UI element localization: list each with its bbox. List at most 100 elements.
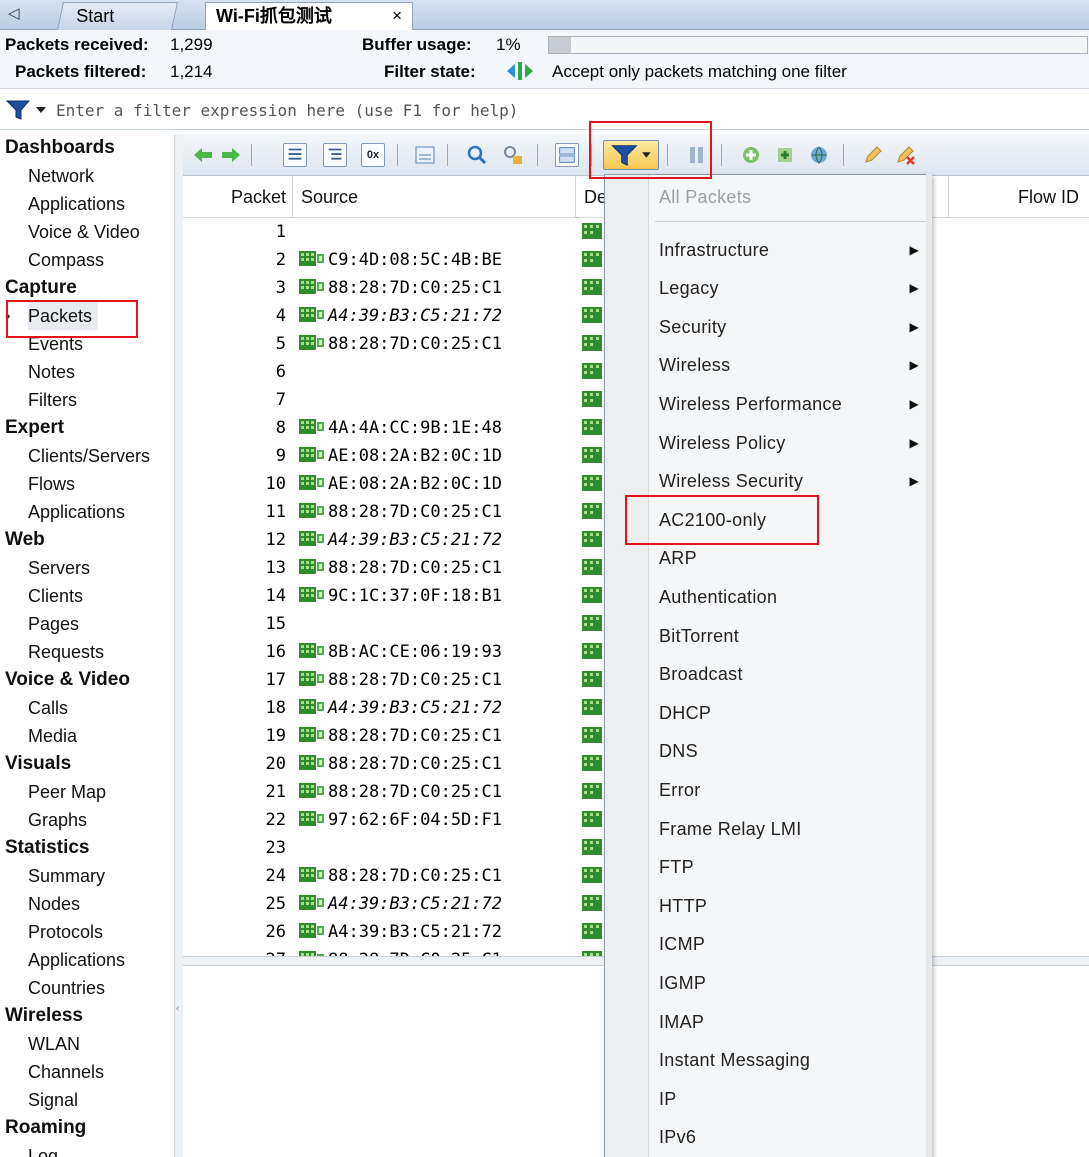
tab-start-page[interactable]: Start Page	[57, 2, 178, 52]
sidebar-item-events[interactable]: Events	[28, 330, 83, 358]
menu-item-label: Wireless Security	[659, 471, 804, 492]
sidebar-item-log[interactable]: Log	[28, 1142, 58, 1157]
sidebar-item-flows[interactable]: Flows	[28, 470, 75, 498]
delete-icon[interactable]	[893, 143, 917, 167]
sidebar-item-filters[interactable]: Filters	[28, 386, 77, 414]
filter-menu-item-http[interactable]: HTTP	[649, 887, 931, 925]
menu-item-label: ICMP	[659, 934, 706, 955]
sidebar-item-notes[interactable]: Notes	[28, 358, 75, 386]
sidebar-section-voice-video[interactable]: Voice & Video	[5, 666, 130, 694]
packet-window-icon[interactable]	[413, 143, 437, 167]
filter-menu-item-wireless[interactable]: Wireless ▶	[649, 346, 931, 384]
filter-menu-item-error[interactable]: Error	[649, 771, 931, 809]
filter-menu-item-arp[interactable]: ARP	[649, 539, 931, 577]
sidebar-item-clients[interactable]: Clients	[28, 582, 83, 610]
filter-menu-item-authentication[interactable]: Authentication	[649, 578, 931, 616]
sidebar-item-clients-servers[interactable]: Clients/Servers	[28, 442, 150, 470]
sidebar-item-wlan[interactable]: WLAN	[28, 1030, 80, 1058]
column-header-packet[interactable]: Packet	[183, 176, 293, 218]
destination-adapter-icon	[582, 923, 602, 939]
find-pattern-icon[interactable]	[501, 143, 525, 167]
sidebar-section-expert[interactable]: Expert	[5, 414, 64, 442]
search-icon[interactable]	[465, 143, 489, 167]
sidebar-item-servers[interactable]: Servers	[28, 554, 90, 582]
sidebar-section-wireless[interactable]: Wireless	[5, 1002, 83, 1030]
sidebar-item-pages[interactable]: Pages	[28, 610, 79, 638]
packet-list-view-icon[interactable]	[283, 143, 307, 167]
filter-menu-item-imap[interactable]: IMAP	[649, 1003, 931, 1041]
sidebar-item-applications[interactable]: Applications	[28, 946, 125, 974]
network-adapter-icon	[299, 671, 324, 686]
destination-adapter-icon	[582, 699, 602, 715]
filter-menu-item-ipv6[interactable]: IPv6	[649, 1118, 931, 1156]
sidebar-section-dashboards[interactable]: Dashboards	[5, 134, 115, 162]
filter-menu-item-bittorrent[interactable]: BitTorrent	[649, 617, 931, 655]
sidebar-item-media[interactable]: Media	[28, 722, 77, 750]
sidebar-item-label: Clients	[28, 586, 84, 606]
globe-icon[interactable]	[807, 143, 831, 167]
column-header-flow-id[interactable]: Flow ID	[949, 176, 1089, 218]
filter-menu-item-wireless-performance[interactable]: Wireless Performance ▶	[649, 385, 931, 423]
sidebar-item-label: Compass	[28, 250, 105, 270]
capture-stats: Packets received: 1,299 Packets filtered…	[0, 30, 1089, 88]
sidebar-item-voice-video[interactable]: Voice & Video	[28, 218, 140, 246]
filter-menu-item-igmp[interactable]: IGMP	[649, 964, 931, 1002]
sidebar-item-applications[interactable]: Applications	[28, 190, 125, 218]
sidebar-item-summary[interactable]: Summary	[28, 862, 105, 890]
column-header-source[interactable]: Source	[293, 176, 576, 218]
sidebar-item-graphs[interactable]: Graphs	[28, 806, 87, 834]
sidebar-item-nodes[interactable]: Nodes	[28, 890, 80, 918]
filter-menu-item-dhcp[interactable]: DHCP	[649, 694, 931, 732]
packet-decode-view-icon[interactable]	[323, 143, 347, 167]
filter-menu-item-wireless-security[interactable]: Wireless Security ▶	[649, 462, 931, 500]
sidebar-section-statistics[interactable]: Statistics	[5, 834, 89, 862]
add-filter-icon[interactable]	[773, 143, 797, 167]
sidebar-item-channels[interactable]: Channels	[28, 1058, 104, 1086]
edit-icon[interactable]	[861, 143, 885, 167]
sidebar-section-web[interactable]: Web	[5, 526, 45, 554]
filter-expression-input[interactable]	[56, 96, 1086, 124]
filter-menu-item-ftp[interactable]: FTP	[649, 848, 931, 886]
source-address: C9:4D:08:5C:4B:BE	[328, 250, 502, 270]
hex-view-icon[interactable]: 0x	[361, 143, 385, 167]
back-arrow-icon[interactable]	[191, 143, 215, 167]
network-adapter-icon	[299, 755, 324, 770]
filter-menu-item-icmp[interactable]: ICMP	[649, 925, 931, 963]
menu-scrollbar[interactable]	[926, 174, 932, 1157]
sidebar-item-label: Countries	[28, 978, 106, 998]
filter-menu-item-legacy[interactable]: Legacy ▶	[649, 269, 931, 307]
filter-dropdown-icon[interactable]	[4, 97, 52, 123]
filter-menu-item-broadcast[interactable]: Broadcast	[649, 655, 931, 693]
sidebar-item-protocols[interactable]: Protocols	[28, 918, 103, 946]
tab-scroll-left-icon[interactable]: ◁	[8, 4, 20, 22]
sidebar-item-requests[interactable]: Requests	[28, 638, 104, 666]
filter-menu-item-wireless-policy[interactable]: Wireless Policy ▶	[649, 424, 931, 462]
sidebar-item-packets[interactable]: ● Packets	[5, 302, 99, 330]
sidebar-section-capture[interactable]: Capture	[5, 274, 77, 302]
sidebar-item-network[interactable]: Network	[28, 162, 94, 190]
network-adapter-icon	[299, 559, 324, 574]
add-node-icon[interactable]	[739, 143, 763, 167]
sidebar-section-roaming[interactable]: Roaming	[5, 1114, 86, 1142]
sidebar-item-applications[interactable]: Applications	[28, 498, 125, 526]
forward-arrow-icon[interactable]	[219, 143, 243, 167]
collapse-sidebar-icon[interactable]: ‹	[176, 1003, 179, 1014]
filter-menu-item-instant-messaging[interactable]: Instant Messaging	[649, 1041, 931, 1079]
filter-menu-item-security[interactable]: Security ▶	[649, 308, 931, 346]
filter-menu-item-ac2100-only[interactable]: AC2100-only	[649, 501, 931, 539]
close-tab-icon[interactable]: ×	[392, 3, 402, 29]
filter-menu-item-infrastructure[interactable]: Infrastructure ▶	[649, 231, 931, 269]
filter-menu-item-dns[interactable]: DNS	[649, 732, 931, 770]
sidebar-item-countries[interactable]: Countries	[28, 974, 105, 1002]
sidebar-item-compass[interactable]: Compass	[28, 246, 104, 274]
sidebar-section-visuals[interactable]: Visuals	[5, 750, 71, 778]
filter-menu-item-ip[interactable]: IP	[649, 1080, 931, 1118]
sidebar-item-signal[interactable]: Signal	[28, 1086, 78, 1114]
tab-wifi-capture[interactable]: Wi-Fi抓包测试 ×	[205, 2, 413, 30]
sidebar-item-calls[interactable]: Calls	[28, 694, 68, 722]
columns-icon[interactable]	[685, 143, 709, 167]
filter-menu-item-frame-relay-lmi[interactable]: Frame Relay LMI	[649, 810, 931, 848]
split-view-icon[interactable]	[555, 143, 579, 167]
sidebar-item-peer-map[interactable]: Peer Map	[28, 778, 106, 806]
filter-menu-button[interactable]	[603, 140, 659, 170]
